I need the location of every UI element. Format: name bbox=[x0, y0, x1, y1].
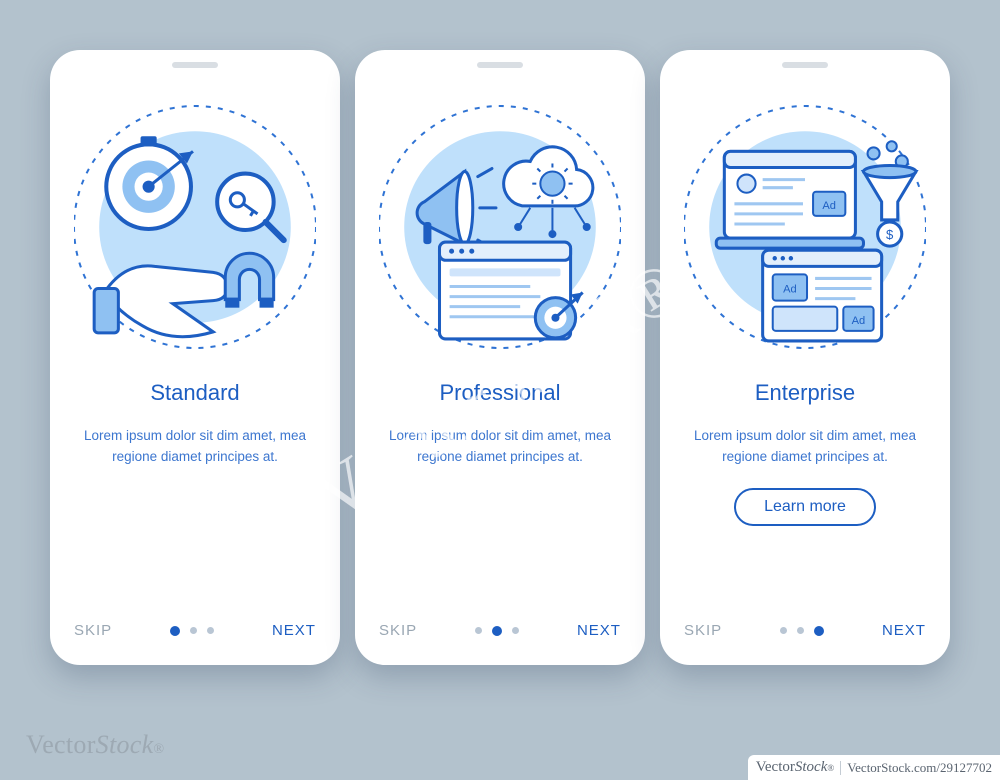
svg-text:$: $ bbox=[886, 227, 894, 242]
onboarding-stage: Standard Lorem ipsum dolor sit dim amet,… bbox=[50, 50, 950, 665]
svg-text:Ad: Ad bbox=[822, 200, 836, 212]
page-dot-1[interactable] bbox=[780, 627, 787, 634]
page-dot-1[interactable] bbox=[170, 626, 180, 636]
screen-footer: SKIP NEXT bbox=[74, 622, 316, 639]
phone-notch bbox=[172, 62, 218, 68]
watermark-bottom-right: VectorStock® VectorStock.com/29127702 bbox=[748, 755, 1000, 780]
laptop-icon: Ad bbox=[716, 151, 863, 248]
screen-title: Standard bbox=[74, 380, 316, 406]
skip-button[interactable]: SKIP bbox=[74, 622, 112, 639]
page-dot-2[interactable] bbox=[492, 626, 502, 636]
illustration-enterprise: Ad $ bbox=[684, 82, 926, 372]
svg-text:Ad: Ad bbox=[783, 284, 797, 296]
screen-description: Lorem ipsum dolor sit dim amet, mea regi… bbox=[684, 426, 926, 468]
page-dots bbox=[475, 626, 519, 636]
illustration-standard bbox=[74, 82, 316, 372]
screen-description: Lorem ipsum dolor sit dim amet, mea regi… bbox=[74, 426, 316, 468]
phone-screen-enterprise: Ad $ bbox=[660, 50, 950, 665]
svg-text:Ad: Ad bbox=[852, 315, 866, 327]
next-button[interactable]: NEXT bbox=[882, 622, 926, 639]
learn-more-button[interactable]: Learn more bbox=[734, 488, 876, 526]
page-dot-3[interactable] bbox=[512, 627, 519, 634]
browser-window-icon bbox=[440, 242, 583, 339]
screen-title: Professional bbox=[379, 380, 621, 406]
skip-button[interactable]: SKIP bbox=[379, 622, 417, 639]
watermark-bottom-left: VectorStock® bbox=[26, 730, 164, 760]
page-dot-2[interactable] bbox=[797, 627, 804, 634]
page-dot-3[interactable] bbox=[814, 626, 824, 636]
next-button[interactable]: NEXT bbox=[577, 622, 621, 639]
page-dot-3[interactable] bbox=[207, 627, 214, 634]
skip-button[interactable]: SKIP bbox=[684, 622, 722, 639]
page-dot-1[interactable] bbox=[475, 627, 482, 634]
page-dots bbox=[170, 626, 214, 636]
watermark-url: VectorStock.com/29127702 bbox=[847, 760, 992, 776]
phone-screen-standard: Standard Lorem ipsum dolor sit dim amet,… bbox=[50, 50, 340, 665]
next-button[interactable]: NEXT bbox=[272, 622, 316, 639]
screen-footer: SKIP NEXT bbox=[379, 622, 621, 639]
illustration-professional bbox=[379, 82, 621, 372]
phone-notch bbox=[782, 62, 828, 68]
screen-description: Lorem ipsum dolor sit dim amet, mea regi… bbox=[379, 426, 621, 468]
page-dot-2[interactable] bbox=[190, 627, 197, 634]
phone-screen-professional: Professional Lorem ipsum dolor sit dim a… bbox=[355, 50, 645, 665]
ad-window-icon: Ad Ad bbox=[763, 250, 882, 341]
screen-title: Enterprise bbox=[684, 380, 926, 406]
phone-notch bbox=[477, 62, 523, 68]
page-dots bbox=[780, 626, 824, 636]
screen-footer: SKIP NEXT bbox=[684, 622, 926, 639]
